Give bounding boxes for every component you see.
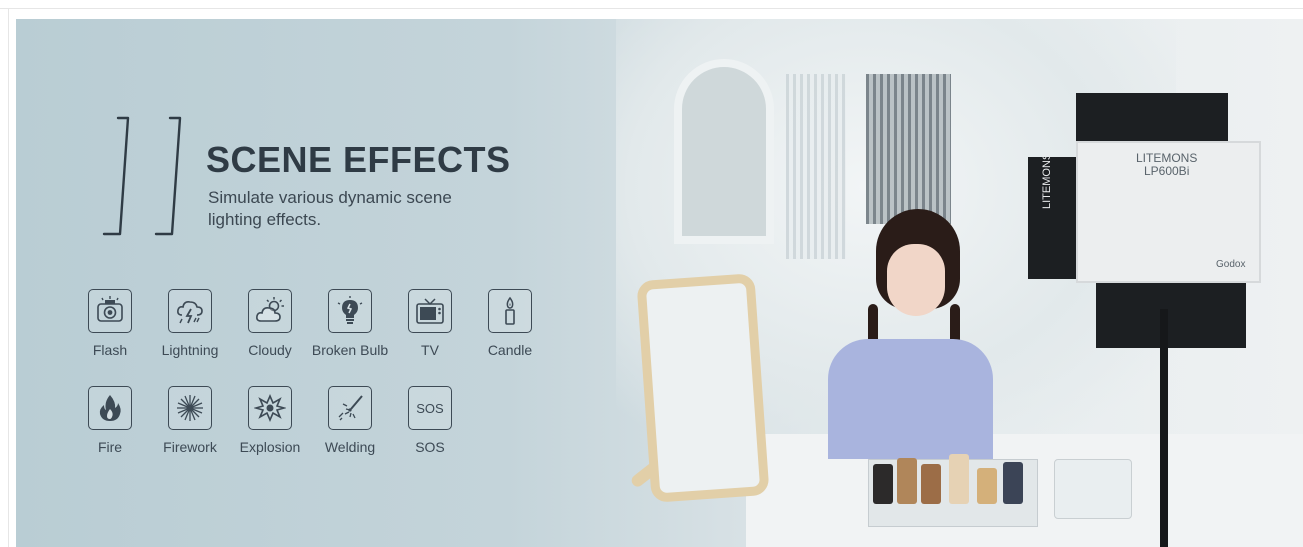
tv-icon xyxy=(408,289,452,333)
effect-label: Flash xyxy=(92,342,128,358)
effect-tv[interactable]: TV xyxy=(390,289,470,358)
effect-label: Firework xyxy=(163,439,217,455)
effect-lightning[interactable]: Lightning xyxy=(150,289,230,358)
effect-welding[interactable]: Welding xyxy=(310,386,390,455)
page-top-border xyxy=(0,8,1303,9)
window-blinds xyxy=(786,74,846,259)
barn-door xyxy=(1028,157,1080,279)
window-blinds xyxy=(866,74,951,224)
barn-door xyxy=(1096,283,1246,348)
effect-label: TV xyxy=(421,342,439,358)
effect-flash[interactable]: Flash xyxy=(70,289,150,358)
effect-fire[interactable]: Fire xyxy=(70,386,150,455)
effect-firework[interactable]: Firework xyxy=(150,386,230,455)
firework-icon xyxy=(168,386,212,430)
effect-label: SOS xyxy=(415,439,445,455)
sos-icon: SOS xyxy=(408,386,452,430)
effect-label: Broken Bulb xyxy=(311,342,389,358)
fire-icon xyxy=(88,386,132,430)
effect-broken-bulb[interactable]: Broken Bulb xyxy=(310,289,390,358)
candle-icon xyxy=(488,289,532,333)
scene-effects-banner: 11 SCENE EFFECTS Simulate various dynami… xyxy=(16,19,1303,547)
effect-explosion[interactable]: Explosion xyxy=(230,386,310,455)
barn-door-brand: LITEMONS xyxy=(1041,152,1053,209)
effect-label: Explosion xyxy=(239,439,301,455)
flash-camera-icon xyxy=(88,289,132,333)
vanity-mirror xyxy=(636,273,770,503)
effect-candle[interactable]: Candle xyxy=(470,289,550,358)
welding-icon xyxy=(328,386,372,430)
light-stand xyxy=(1160,309,1168,547)
product-photo: LITEMONS LP600Bi Godox LITEMONS xyxy=(576,19,1303,547)
effect-label: Lightning xyxy=(161,342,219,358)
svg-text:SOS: SOS xyxy=(416,401,444,416)
page-title: SCENE EFFECTS xyxy=(206,139,511,180)
effect-label: Cloudy xyxy=(248,342,292,358)
effect-sos[interactable]: SOS SOS xyxy=(390,386,470,455)
lightning-cloud-icon xyxy=(168,289,212,333)
effect-label: Fire xyxy=(97,439,123,455)
effect-label: Candle xyxy=(487,342,533,358)
effect-cloudy[interactable]: Cloudy xyxy=(230,289,310,358)
light-maker-label: Godox xyxy=(1216,259,1246,270)
brush-holder xyxy=(1054,459,1132,519)
explosion-icon xyxy=(248,386,292,430)
page-left-border xyxy=(8,8,9,547)
cloudy-sun-icon xyxy=(248,289,292,333)
page-subtitle: Simulate various dynamic scene lighting … xyxy=(208,188,452,229)
effect-label: Welding xyxy=(324,439,376,455)
model-figure xyxy=(828,339,993,459)
makeup-organizer xyxy=(868,454,1038,527)
arched-window xyxy=(674,59,774,244)
light-brand-label: LITEMONS LP600Bi xyxy=(1136,151,1198,178)
number-eleven-graphic: 11 xyxy=(102,116,182,236)
model-face xyxy=(887,244,945,316)
barn-door xyxy=(1076,93,1228,147)
broken-bulb-icon xyxy=(328,289,372,333)
